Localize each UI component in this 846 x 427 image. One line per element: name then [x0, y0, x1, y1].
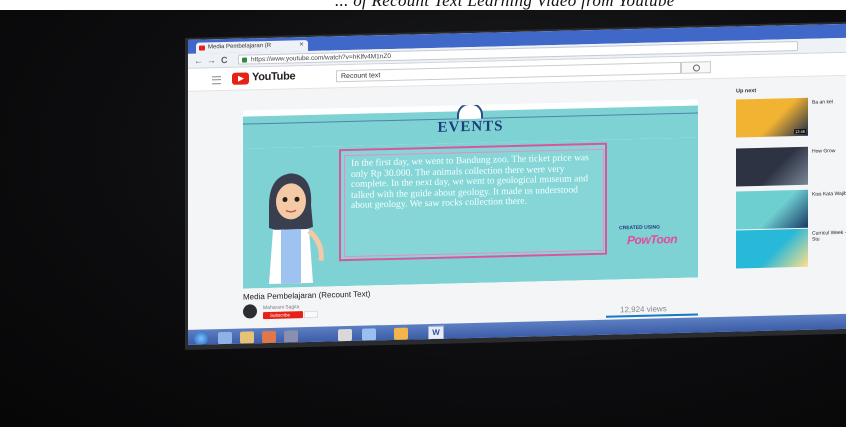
reload-button[interactable]: C — [221, 54, 228, 66]
start-button[interactable] — [194, 331, 208, 345]
browser-window: Media Pembelajaran (R ✕ ← → C https://ww… — [188, 23, 846, 345]
cartoon-girl-illustration — [251, 164, 331, 286]
tab-title: Media Pembelajaran (R — [208, 42, 272, 51]
app-icon[interactable] — [284, 330, 298, 343]
close-icon[interactable]: ✕ — [299, 40, 304, 51]
powtoon-watermark: CREATED USING PowToon — [619, 224, 689, 266]
video-title-link[interactable]: Curricul Week - Stu — [812, 230, 846, 243]
video-title-link[interactable]: How Grow — [812, 148, 846, 155]
video-player[interactable]: EVENTS In the first day, we went to Band… — [243, 99, 698, 289]
caption-strip: ... of Recount Text Learning Video from … — [0, 0, 846, 10]
lock-icon — [242, 57, 247, 63]
duration-badge: 12:46 — [793, 128, 806, 135]
chrome-icon[interactable] — [338, 328, 352, 342]
folder-icon[interactable] — [240, 331, 254, 344]
watermark-caption: CREATED USING — [619, 224, 661, 232]
story-text: In the first day, we went to Bandung zoo… — [351, 152, 589, 212]
youtube-play-icon — [232, 72, 249, 85]
menu-icon[interactable] — [212, 76, 221, 85]
view-count: 12,924 views — [620, 304, 667, 315]
search-icon — [693, 64, 700, 72]
monitor: Media Pembelajaran (R ✕ ← → C https://ww… — [185, 21, 846, 350]
mail-icon[interactable] — [362, 328, 376, 341]
back-button[interactable]: ← — [194, 55, 203, 67]
watermark-logo: PowToon — [627, 231, 678, 248]
youtube-favicon-icon — [199, 45, 205, 51]
word-icon[interactable]: W — [428, 325, 444, 341]
url-text: https://www.youtube.com/watch?v=hKlfv4M1… — [251, 52, 391, 64]
video-thumbnail[interactable] — [736, 146, 808, 187]
channel-name[interactable]: Maharani Sagita — [263, 304, 299, 311]
youtube-logo-text: YouTube — [252, 70, 296, 84]
media-player-icon[interactable] — [262, 330, 276, 344]
avatar[interactable] — [243, 304, 257, 319]
search-input[interactable]: Recount text — [336, 61, 681, 83]
subscriber-count — [304, 310, 318, 319]
search-button[interactable] — [681, 61, 711, 74]
ie-icon[interactable] — [218, 331, 232, 345]
video-thumbnail[interactable] — [736, 228, 808, 269]
figure-caption: ... of Recount Text Learning Video from … — [335, 0, 675, 10]
forward-button[interactable]: → — [207, 54, 216, 66]
subscribe-button[interactable]: Subscribe — [263, 311, 303, 320]
video-title-link[interactable]: Kiss Kata Wajib — [812, 191, 846, 198]
video-title: Media Pembelajaran (Recount Text) — [243, 289, 371, 302]
video-scene: In the first day, we went to Bandung zoo… — [243, 137, 698, 289]
story-textbox: In the first day, we went to Bandung zoo… — [339, 142, 607, 262]
app-icon[interactable] — [394, 327, 408, 340]
video-thumbnail[interactable]: 12:46 — [736, 97, 808, 138]
emblem-icon — [457, 102, 483, 120]
up-next-heading: Up next — [736, 88, 757, 95]
video-thumbnail[interactable] — [736, 189, 808, 230]
video-title-link[interactable]: Ba an kel — [812, 99, 846, 106]
